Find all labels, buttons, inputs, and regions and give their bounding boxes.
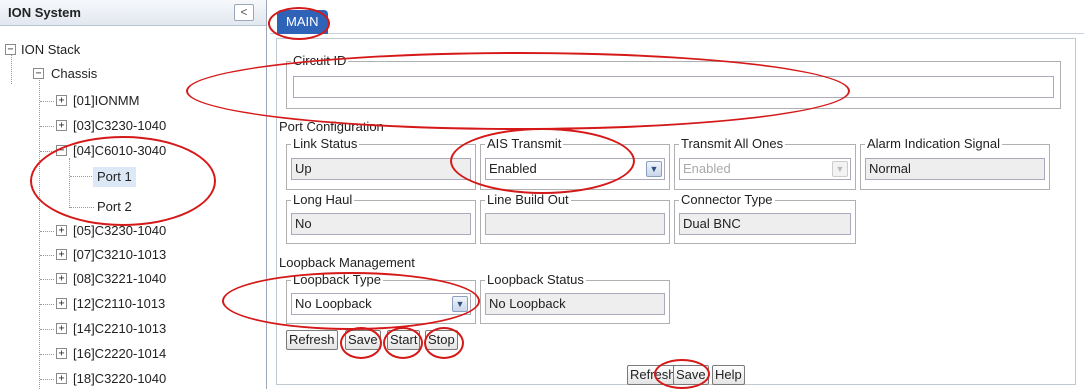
connector-type-group: Connector Type Dual BNC <box>674 192 856 244</box>
tree-node-label: Port 2 <box>97 199 132 214</box>
line-build-out-group: Line Build Out <box>480 192 670 244</box>
alarm-indication-label: Alarm Indication Signal <box>865 136 1002 152</box>
chevron-down-icon[interactable]: ▼ <box>452 296 468 312</box>
tree-title: ION System <box>8 5 81 20</box>
transmit-all-ones-selected: Enabled <box>683 161 731 176</box>
tab-main[interactable]: MAIN <box>277 10 328 34</box>
tree-node-label: [18]C3220-1040 <box>73 371 167 386</box>
port-configuration-title: Port Configuration <box>279 119 384 134</box>
tree-node-label: ION Stack <box>21 42 81 57</box>
collapse-node-icon[interactable]: − <box>5 44 16 55</box>
collapse-node-icon[interactable]: − <box>33 68 44 79</box>
main-panel: MAIN Circuit ID Port Configuration Link … <box>270 0 1084 389</box>
connector-type-label: Connector Type <box>679 192 775 208</box>
loopback-status-value: No Loopback <box>485 293 665 315</box>
loopback-refresh-button[interactable]: Refresh <box>286 330 338 350</box>
ais-transmit-label: AIS Transmit <box>485 136 564 152</box>
ais-transmit-selected: Enabled <box>489 161 537 176</box>
alarm-indication-value: Normal <box>865 158 1045 180</box>
loopback-type-selected: No Loopback <box>295 296 372 311</box>
tree-header: ION System < <box>0 0 266 26</box>
expand-node-icon[interactable]: + <box>56 323 67 334</box>
connector-type-value: Dual BNC <box>679 213 851 235</box>
chevron-down-icon: ▼ <box>832 161 848 177</box>
tree-node-label-selected: Port 1 <box>93 167 136 187</box>
loopback-status-label: Loopback Status <box>485 272 586 288</box>
loopback-save-button[interactable]: Save <box>345 330 381 350</box>
link-status-label: Link Status <box>291 136 360 152</box>
tree-node-label: [04]C6010-3040 <box>73 143 167 158</box>
collapse-node-icon[interactable]: − <box>56 145 67 156</box>
tree-node-label: [12]C2110-1013 <box>73 296 166 311</box>
loopback-stop-button[interactable]: Stop <box>425 330 458 350</box>
save-button[interactable]: Save <box>673 365 709 385</box>
tab-bar: MAIN <box>270 0 1084 34</box>
alarm-indication-group: Alarm Indication Signal Normal <box>860 136 1050 190</box>
expand-node-icon[interactable]: + <box>56 273 67 284</box>
tree-node-label: [03]C3230-1040 <box>73 118 167 133</box>
expand-node-icon[interactable]: + <box>56 95 67 106</box>
expand-node-icon[interactable]: + <box>56 298 67 309</box>
circuit-id-group: Circuit ID <box>286 53 1061 109</box>
tree-node-label: [01]IONMM <box>73 93 140 108</box>
help-button[interactable]: Help <box>712 365 745 385</box>
long-haul-label: Long Haul <box>291 192 355 208</box>
expand-node-icon[interactable]: + <box>56 225 67 236</box>
transmit-all-ones-select: Enabled ▼ <box>679 158 851 180</box>
loopback-type-label: Loopback Type <box>291 272 383 288</box>
expand-node-icon[interactable]: + <box>56 249 67 260</box>
transmit-all-ones-label: Transmit All Ones <box>679 136 786 152</box>
long-haul-value: No <box>291 213 471 235</box>
tree-node-label: [05]C3230-1040 <box>73 223 167 238</box>
loopback-start-button[interactable]: Start <box>387 330 421 350</box>
link-status-value: Up <box>291 158 471 180</box>
line-build-out-label: Line Build Out <box>485 192 571 208</box>
tree-node-label: [08]C3221-1040 <box>73 271 167 286</box>
chevron-down-icon[interactable]: ▼ <box>646 161 662 177</box>
tree-node-label: [16]C2220-1014 <box>73 346 167 361</box>
ais-transmit-select[interactable]: Enabled ▼ <box>485 158 665 180</box>
expand-node-icon[interactable]: + <box>56 348 67 359</box>
navigation-tree-panel: ION System < − ION Stack − Chassis + [01… <box>0 0 267 389</box>
device-tree: − ION Stack − Chassis + [01]IONMM + [03]… <box>0 26 266 389</box>
tree-node-label: Chassis <box>51 66 98 81</box>
link-status-group: Link Status Up <box>286 136 476 190</box>
collapse-panel-icon[interactable]: < <box>234 4 254 21</box>
circuit-id-input[interactable] <box>293 76 1054 98</box>
long-haul-group: Long Haul No <box>286 192 476 244</box>
port-settings-form: Circuit ID Port Configuration Link Statu… <box>276 38 1076 385</box>
circuit-id-label: Circuit ID <box>291 53 349 69</box>
transmit-all-ones-group: Transmit All Ones Enabled ▼ <box>674 136 856 190</box>
loopback-management-title: Loopback Management <box>279 255 415 270</box>
loopback-type-select[interactable]: No Loopback ▼ <box>291 293 471 315</box>
ais-transmit-group: AIS Transmit Enabled ▼ <box>480 136 670 190</box>
refresh-button[interactable]: Refresh <box>627 365 679 385</box>
line-build-out-value <box>485 213 665 235</box>
loopback-type-group: Loopback Type No Loopback ▼ <box>286 272 476 324</box>
tree-node-label: [14]C2210-1013 <box>73 321 167 336</box>
tree-node-label: [07]C3210-1013 <box>73 247 167 262</box>
loopback-status-group: Loopback Status No Loopback <box>480 272 670 324</box>
expand-node-icon[interactable]: + <box>56 373 67 384</box>
expand-node-icon[interactable]: + <box>56 120 67 131</box>
